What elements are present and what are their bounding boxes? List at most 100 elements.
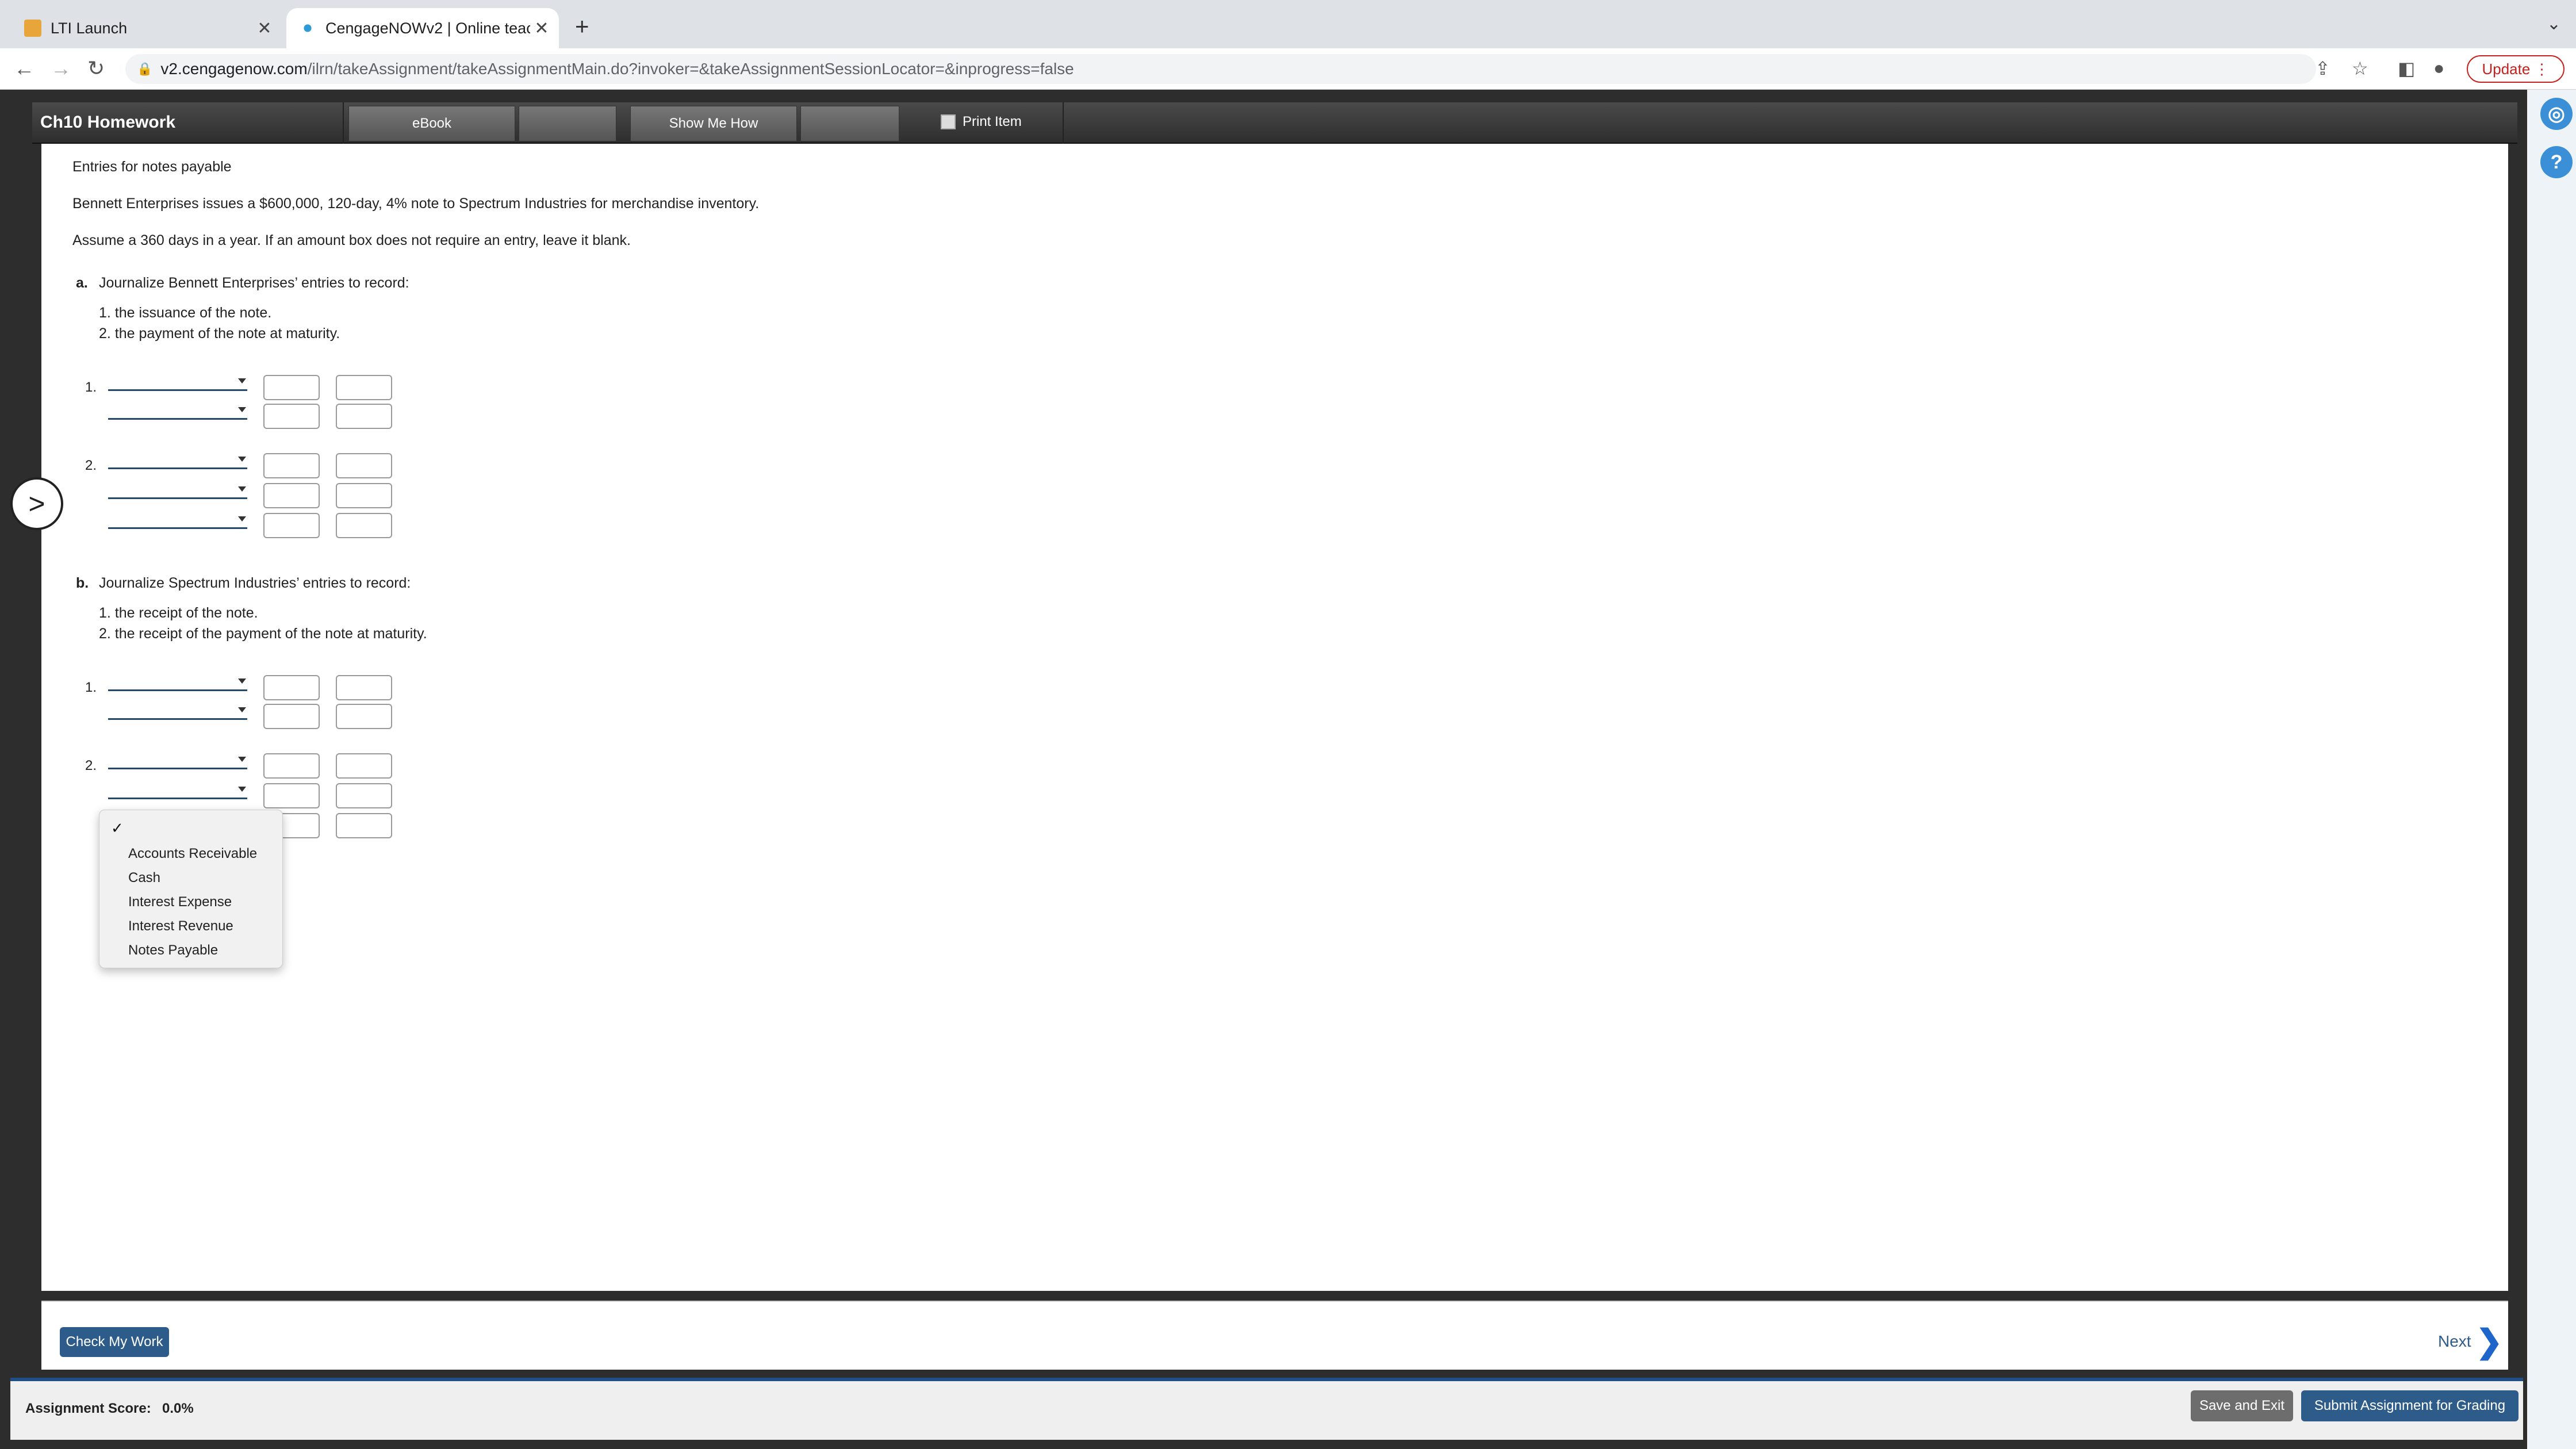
debit-amount-input[interactable] — [263, 753, 320, 779]
credit-amount-input[interactable] — [336, 483, 392, 508]
problem-assumption: Assume a 360 days in a year. If an amoun… — [72, 232, 631, 248]
part-a-prompt: Journalize Bennett Enterprises’ entries … — [99, 275, 409, 291]
account-select[interactable] — [108, 514, 247, 529]
reload-icon[interactable]: ↻ — [87, 56, 105, 80]
chevron-right-icon: > — [28, 488, 45, 520]
account-select[interactable] — [108, 405, 247, 420]
lti-favicon-icon — [24, 20, 41, 37]
account-select[interactable] — [108, 754, 247, 769]
new-tab-icon[interactable]: + — [575, 13, 589, 40]
side-panel-icon[interactable]: ◧ — [2398, 57, 2415, 79]
credit-amount-input[interactable] — [336, 513, 392, 538]
account-select[interactable] — [108, 484, 247, 499]
dropdown-option[interactable]: Interest Revenue — [128, 918, 233, 934]
tab-lti-launch[interactable]: LTI Launch ✕ — [12, 8, 282, 48]
entry-label: 1. — [85, 379, 97, 395]
dropdown-option[interactable]: Notes Payable — [128, 942, 218, 959]
account-select[interactable] — [108, 454, 247, 469]
submit-assignment-button[interactable]: Submit Assignment for Grading — [2301, 1390, 2518, 1421]
debit-amount-input[interactable] — [263, 483, 320, 508]
next-button[interactable]: Next ❯ — [2438, 1322, 2503, 1360]
part-b-prompt: Journalize Spectrum Industries’ entries … — [99, 575, 411, 591]
show-me-how-button[interactable]: Show Me How — [630, 106, 797, 141]
dropdown-option[interactable]: Cash — [128, 870, 160, 886]
expand-panel-button[interactable]: > — [10, 477, 63, 530]
account-select[interactable] — [108, 784, 247, 799]
part-a-item: 2. the payment of the note at maturity. — [99, 325, 340, 342]
chevron-down-icon — [238, 787, 246, 792]
account-select[interactable] — [108, 705, 247, 720]
chevron-right-icon: ❯ — [2475, 1323, 2503, 1359]
part-a-item: 1. the issuance of the note. — [99, 305, 272, 321]
help-icon[interactable]: ? — [2540, 146, 2573, 178]
credit-amount-input[interactable] — [336, 404, 392, 429]
assignment-score-bar: Assignment Score: 0.0% Save and Exit Sub… — [10, 1378, 2523, 1440]
debit-amount-input[interactable] — [263, 375, 320, 400]
account-select[interactable] — [108, 676, 247, 691]
update-label: Update — [2482, 60, 2531, 78]
debit-amount-input[interactable] — [263, 783, 320, 808]
dropdown-option[interactable]: Interest Expense — [128, 894, 232, 910]
part-a-letter: a. — [76, 275, 88, 291]
lock-icon: 🔒 — [137, 62, 153, 76]
score-label: Assignment Score: — [25, 1401, 151, 1416]
check-my-work-button[interactable]: Check My Work — [60, 1327, 169, 1357]
print-item-checkbox[interactable] — [941, 114, 956, 129]
next-label: Next — [2438, 1332, 2471, 1350]
chevron-down-icon — [238, 757, 246, 762]
save-and-exit-button[interactable]: Save and Exit — [2191, 1390, 2293, 1421]
browser-toolbar: ← → ↻ 🔒 v2.cengagenow.com /ilrn/takeAssi… — [0, 48, 2576, 90]
account-select[interactable] — [108, 376, 247, 391]
update-button[interactable]: Update ⋮ — [2467, 55, 2564, 83]
question-footer — [41, 1301, 2508, 1370]
address-bar[interactable]: 🔒 v2.cengagenow.com /ilrn/takeAssignment… — [125, 54, 2316, 84]
credit-amount-input[interactable] — [336, 675, 392, 700]
profile-avatar-icon[interactable]: ● — [2433, 57, 2444, 79]
blank-tab-button[interactable] — [800, 106, 899, 141]
credit-amount-input[interactable] — [336, 813, 392, 838]
header-divider — [1063, 102, 1064, 144]
forward-icon[interactable]: → — [51, 56, 71, 80]
tab-cengage[interactable]: CengageNOWv2 | Online teach ✕ — [286, 8, 559, 48]
dropdown-option[interactable]: Accounts Receivable — [128, 846, 257, 862]
show-me-how-label: Show Me How — [669, 116, 758, 131]
close-tab-icon[interactable]: ✕ — [253, 18, 276, 39]
credit-amount-input[interactable] — [336, 704, 392, 729]
print-item-toggle[interactable]: Print Item — [941, 114, 1022, 130]
credit-amount-input[interactable] — [336, 783, 392, 808]
close-tab-icon[interactable]: ✕ — [530, 18, 553, 39]
part-b-item: 2. the receipt of the payment of the not… — [99, 626, 427, 642]
chevron-down-icon — [238, 516, 246, 522]
tab-label: CengageNOWv2 | Online teach — [325, 19, 530, 37]
debit-amount-input[interactable] — [263, 675, 320, 700]
credit-amount-input[interactable] — [336, 375, 392, 400]
assignment-header: Ch10 Homework eBook Show Me How Print It… — [32, 102, 2517, 144]
chevron-down-icon — [238, 378, 246, 384]
part-b-letter: b. — [76, 575, 89, 591]
debit-amount-input[interactable] — [263, 453, 320, 478]
chevron-down-icon — [238, 678, 246, 684]
credit-amount-input[interactable] — [336, 753, 392, 779]
blank-tab-button[interactable] — [519, 106, 616, 141]
entry-label: 1. — [85, 680, 97, 695]
debit-amount-input[interactable] — [263, 513, 320, 538]
bookmark-star-icon[interactable]: ☆ — [2352, 57, 2368, 79]
headset-support-icon[interactable]: ◎ — [2540, 98, 2573, 130]
chevron-down-icon — [238, 486, 246, 492]
back-icon[interactable]: ← — [14, 56, 34, 80]
chevron-down-icon — [238, 457, 246, 462]
header-divider — [343, 102, 344, 144]
debit-amount-input[interactable] — [263, 704, 320, 729]
credit-amount-input[interactable] — [336, 453, 392, 478]
url-host: v2.cengagenow.com — [160, 60, 308, 78]
debit-amount-input[interactable] — [263, 404, 320, 429]
save-and-exit-label: Save and Exit — [2199, 1398, 2285, 1413]
right-gutter — [2527, 90, 2576, 1449]
url-path: /ilrn/takeAssignment/takeAssignmentMain.… — [307, 60, 1074, 78]
ebook-button[interactable]: eBook — [348, 106, 515, 141]
entry-label: 2. — [85, 758, 97, 773]
share-icon[interactable]: ⇪ — [2315, 57, 2330, 79]
check-my-work-label: Check My Work — [66, 1334, 163, 1350]
problem-title: Entries for notes payable — [72, 159, 232, 175]
tab-search-chevron-icon[interactable]: ⌄ — [2547, 14, 2561, 34]
